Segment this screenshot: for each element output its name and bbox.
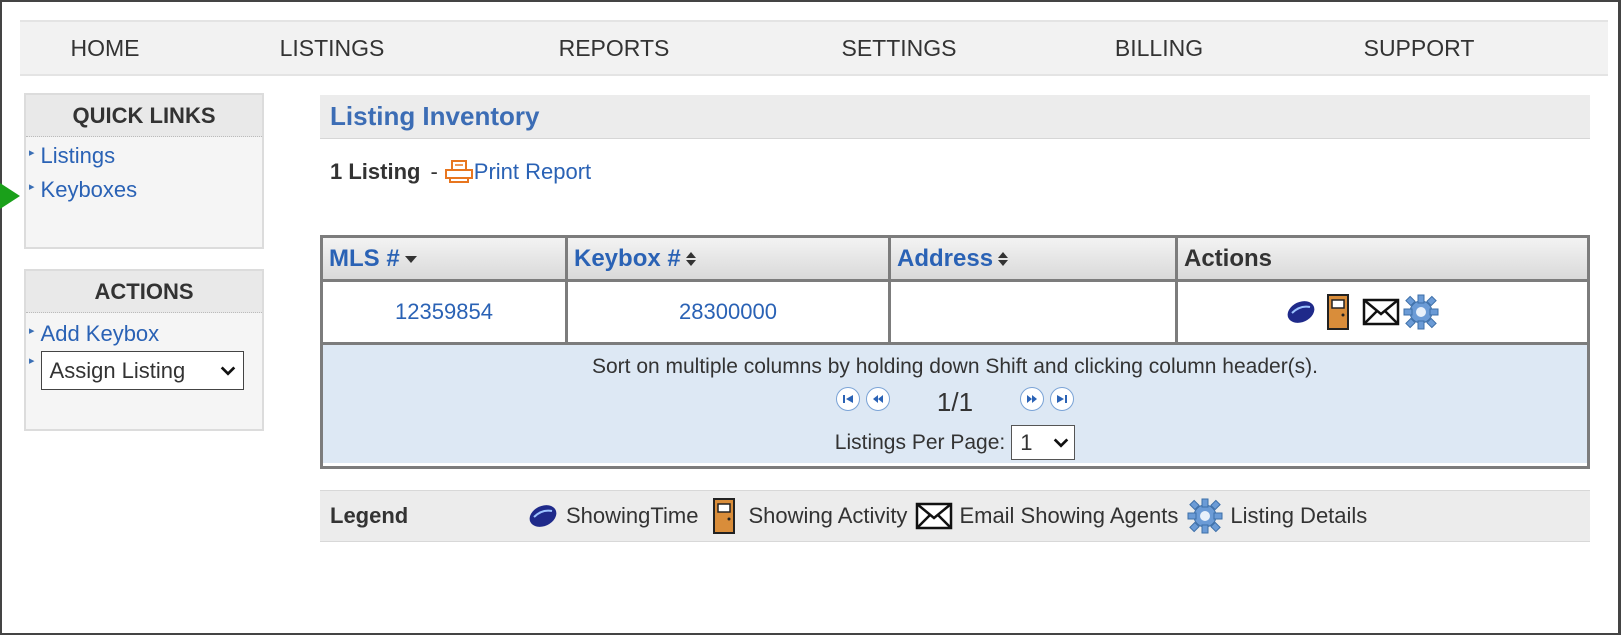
cell-keybox[interactable]: 28300000 xyxy=(568,282,891,342)
print-report-link[interactable]: Print Report xyxy=(444,159,591,185)
add-keybox-link[interactable]: ▸ Add Keybox xyxy=(26,321,262,347)
chevron-down-icon xyxy=(220,365,235,376)
quick-link-listings-label[interactable]: Listings xyxy=(41,143,116,169)
nav-home[interactable]: HOME xyxy=(20,35,190,62)
top-nav: HOME LISTINGS REPORTS SETTINGS BILLING S… xyxy=(20,20,1608,76)
chevron-down-icon xyxy=(1053,437,1069,448)
actions-panel: ACTIONS ▸ Add Keybox ▸ Assign Listing xyxy=(24,269,264,431)
listings-table: MLS # Keybox # Address Actions 12359854 xyxy=(320,235,1590,469)
showing-activity-icon xyxy=(713,498,736,534)
cell-actions xyxy=(1178,282,1587,342)
quick-links-title: QUICK LINKS xyxy=(26,95,262,137)
legend-email: Email Showing Agents xyxy=(915,502,1178,530)
nav-support[interactable]: SUPPORT xyxy=(1274,35,1564,62)
bullet-arrow-icon: ▸ xyxy=(29,325,35,337)
page-indicator: 1/1 xyxy=(936,387,974,417)
per-page-row: Listings Per Page: 1 xyxy=(323,425,1587,460)
header-mls[interactable]: MLS # xyxy=(323,238,568,279)
next-page-icon[interactable] xyxy=(1020,386,1045,411)
bullet-arrow-icon: ▸ xyxy=(29,181,35,193)
cell-mls[interactable]: 12359854 xyxy=(323,282,568,342)
legend-title: Legend xyxy=(330,503,409,528)
assign-listing-value: Assign Listing xyxy=(49,357,186,383)
legend-showing-activity: Showing Activity xyxy=(712,498,907,534)
quick-link-keyboxes[interactable]: ▸ Keyboxes xyxy=(26,177,262,203)
gear-icon[interactable] xyxy=(1402,293,1440,331)
nav-reports[interactable]: REPORTS xyxy=(474,35,754,62)
header-keybox[interactable]: Keybox # xyxy=(568,238,891,279)
legend-listing-details: Listing Details xyxy=(1186,497,1367,535)
quick-link-listings[interactable]: ▸ Listings xyxy=(26,143,262,169)
prev-page-icon[interactable] xyxy=(865,386,890,411)
pager-controls: 1/1 xyxy=(323,383,1587,417)
assign-listing-row: ▸ Assign Listing xyxy=(26,351,262,390)
add-keybox-label[interactable]: Add Keybox xyxy=(41,321,160,347)
nav-settings[interactable]: SETTINGS xyxy=(754,35,1044,62)
nav-billing[interactable]: BILLING xyxy=(1044,35,1274,62)
main-content: Listing Inventory 1 Listing - Print Repo… xyxy=(320,95,1590,542)
app-frame: HOME LISTINGS REPORTS SETTINGS BILLING S… xyxy=(0,0,1621,635)
showingtime-icon xyxy=(529,505,557,527)
table-row: 12359854 28300000 xyxy=(323,282,1587,345)
email-icon xyxy=(916,502,953,530)
printer-icon xyxy=(444,160,473,183)
last-page-icon[interactable] xyxy=(1050,386,1075,411)
print-report-label[interactable]: Print Report xyxy=(474,159,591,185)
cell-address xyxy=(891,282,1178,342)
quick-link-keyboxes-label[interactable]: Keyboxes xyxy=(41,177,138,203)
per-page-label: Listings Per Page: xyxy=(834,430,1006,454)
assign-listing-select[interactable]: Assign Listing xyxy=(40,351,244,390)
header-actions: Actions xyxy=(1178,238,1587,279)
sort-both-icon xyxy=(998,251,1009,266)
table-header-row: MLS # Keybox # Address Actions xyxy=(323,238,1587,282)
summary-separator: - xyxy=(430,159,438,184)
pointer-arrow-icon xyxy=(0,183,20,209)
sort-both-icon xyxy=(685,251,696,266)
listing-count: 1 Listing xyxy=(330,159,421,184)
bullet-arrow-icon: ▸ xyxy=(29,355,35,367)
table-pager: Sort on multiple columns by holding down… xyxy=(323,345,1587,463)
listing-summary: 1 Listing - Print Report xyxy=(330,159,591,185)
email-icon[interactable] xyxy=(1362,298,1400,326)
bullet-arrow-icon: ▸ xyxy=(29,147,35,159)
sort-desc-icon xyxy=(404,255,417,263)
page-title: Listing Inventory xyxy=(330,101,540,131)
showing-activity-icon[interactable] xyxy=(1326,294,1350,330)
first-page-icon[interactable] xyxy=(835,386,860,411)
nav-listings[interactable]: LISTINGS xyxy=(190,35,474,62)
sort-hint: Sort on multiple columns by holding down… xyxy=(591,355,1319,378)
per-page-value: 1 xyxy=(1020,429,1033,455)
showingtime-icon[interactable] xyxy=(1284,299,1318,325)
legend-showingtime: ShowingTime xyxy=(526,503,698,529)
gear-icon xyxy=(1187,498,1223,534)
quick-links-panel: QUICK LINKS ▸ Listings ▸ Keyboxes xyxy=(24,93,264,249)
legend-bar: Legend ShowingTime Showing Activity Emai… xyxy=(320,490,1590,542)
page-title-bar: Listing Inventory xyxy=(320,95,1590,139)
header-address[interactable]: Address xyxy=(891,238,1178,279)
per-page-select[interactable]: 1 xyxy=(1011,425,1076,460)
actions-title: ACTIONS xyxy=(26,271,262,313)
